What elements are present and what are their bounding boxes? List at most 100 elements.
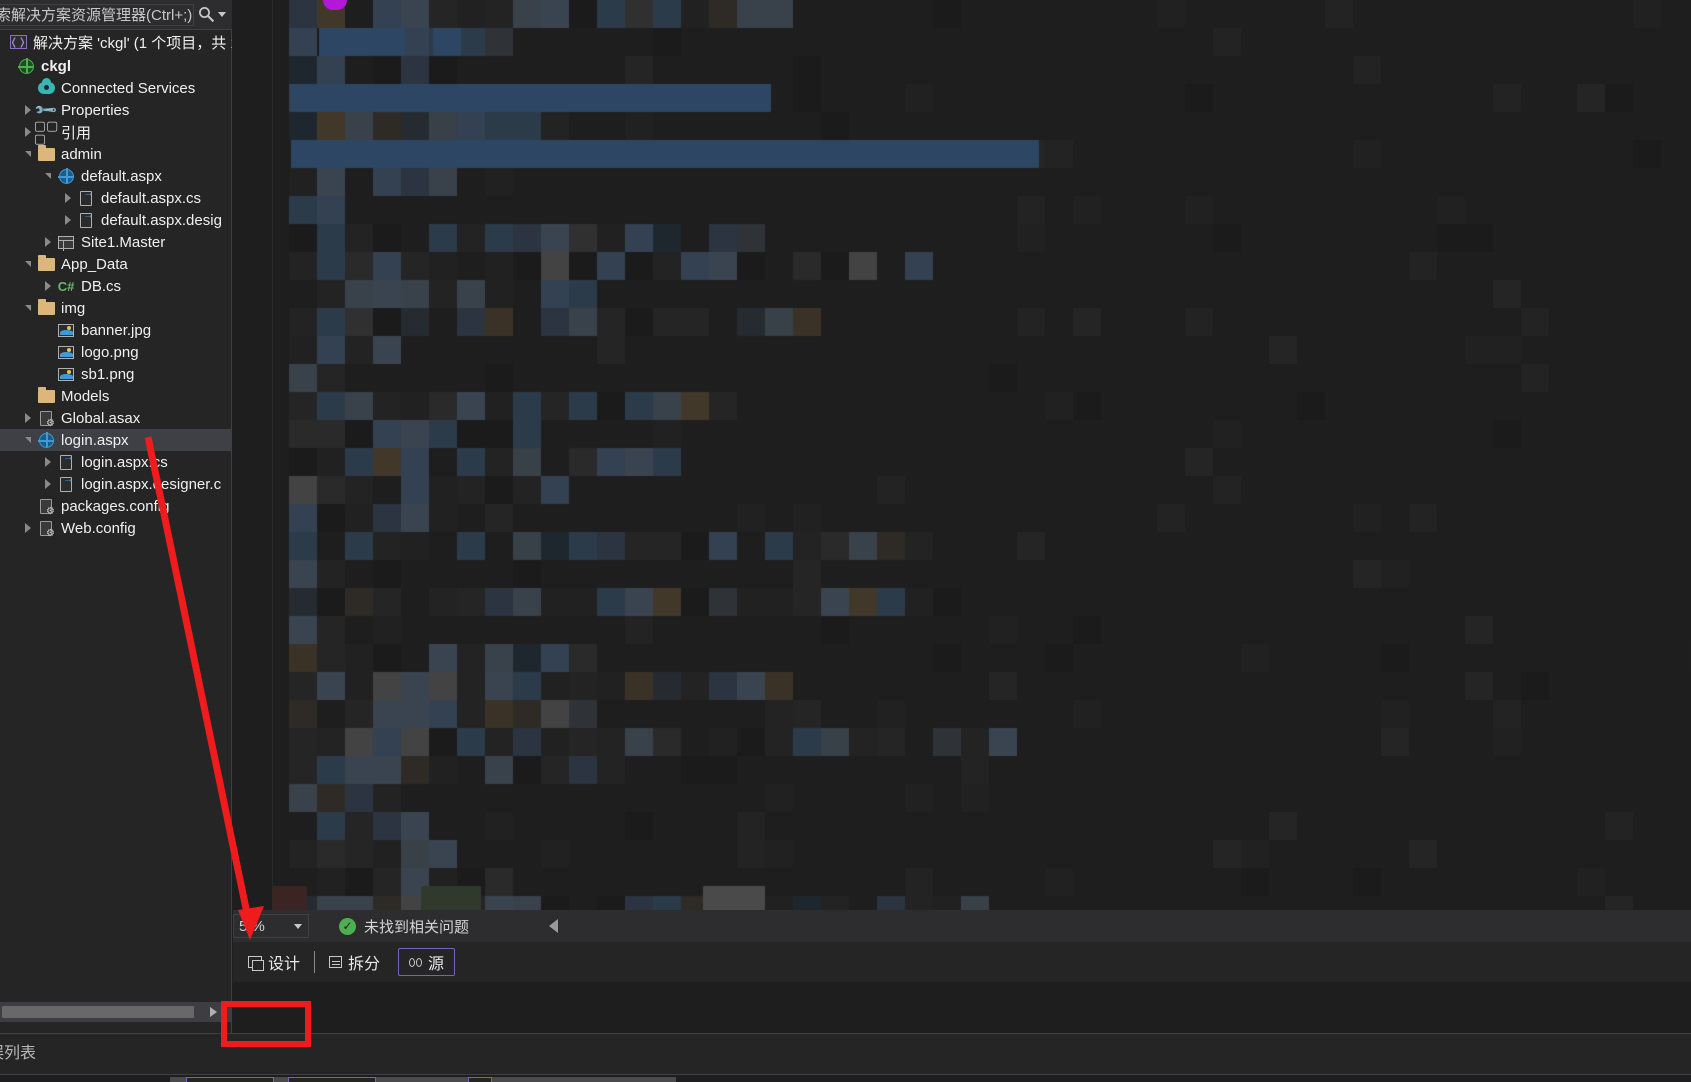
- tree-item-label: banner.jpg: [81, 321, 152, 339]
- chevron-down-icon[interactable]: [40, 165, 56, 187]
- image-icon: [56, 364, 76, 384]
- chevron-down-icon[interactable]: [20, 143, 36, 165]
- image-icon: [56, 320, 76, 340]
- toolbar-chip[interactable]: [186, 1077, 274, 1082]
- tree-item-sb1-png[interactable]: sb1.png: [0, 363, 232, 385]
- search-icon[interactable]: [194, 1, 218, 29]
- tree-item-banner-jpg[interactable]: banner.jpg: [0, 319, 232, 341]
- tree-item-web-config[interactable]: Web.config: [0, 517, 232, 539]
- chevron-right-icon[interactable]: [60, 209, 76, 231]
- zoom-level-select[interactable]: 5 %: [233, 914, 309, 938]
- tree-item-label: login.aspx.cs: [81, 453, 168, 471]
- tree-item-label: logo.png: [81, 343, 139, 361]
- status-nav-prev-button[interactable]: [549, 919, 559, 933]
- chevron-down-icon[interactable]: [218, 12, 226, 17]
- tree-item-label: default.aspx.cs: [101, 189, 202, 207]
- tree-item-label: App_Data: [61, 255, 128, 273]
- csharp-icon: C#: [57, 278, 75, 294]
- tab-source[interactable]: 源: [398, 948, 456, 976]
- search-input[interactable]: 索解决方案资源管理器(Ctrl+;): [0, 3, 194, 26]
- references-icon: ▢▢ ▢: [33, 118, 59, 146]
- tree-item-site1-master[interactable]: Site1.Master: [0, 231, 232, 253]
- chevron-right-icon[interactable]: [20, 517, 36, 539]
- tree-item-[interactable]: ▢▢ ▢ 引用: [0, 118, 232, 146]
- code-behind-icon: →: [76, 209, 96, 230]
- error-list-title: 误列表: [0, 1045, 37, 1062]
- tree-item-label: login.aspx: [61, 431, 129, 449]
- chevron-right-icon[interactable]: [40, 451, 56, 473]
- code-behind-icon: →: [56, 451, 76, 472]
- error-list-toolbar: [0, 1074, 1691, 1082]
- tree-item-default-aspx-desig[interactable]: → default.aspx.desig: [0, 209, 232, 231]
- issue-status-label: 未找到相关问题: [364, 918, 470, 936]
- toolbar-chip[interactable]: [288, 1077, 376, 1082]
- chevron-down-icon[interactable]: [20, 429, 36, 451]
- chevron-right-icon[interactable]: [40, 275, 56, 297]
- redacted-code-content: [233, 0, 1691, 910]
- solution-explorer-hscrollbar[interactable]: [0, 1002, 232, 1022]
- zoom-level-value: 5 %: [239, 917, 265, 935]
- chevron-right-icon[interactable]: [20, 407, 36, 429]
- tree-item-label: Properties: [61, 101, 130, 119]
- tab-split[interactable]: 拆分: [319, 948, 390, 976]
- toolbar-chip[interactable]: [468, 1077, 492, 1082]
- tree-item-label: Site1.Master: [81, 233, 166, 251]
- cloud-icon: [36, 78, 56, 98]
- tree-item-label: Web.config: [61, 519, 136, 537]
- tree-item-default-aspx-cs[interactable]: → default.aspx.cs: [0, 187, 232, 209]
- tree-item-label: default.aspx: [81, 167, 162, 185]
- tab-design[interactable]: 设计: [238, 948, 310, 976]
- tree-item-default-aspx[interactable]: default.aspx: [0, 165, 232, 187]
- tree-item-packages-config[interactable]: packages.config: [0, 495, 232, 517]
- tree-item-admin[interactable]: admin: [0, 143, 232, 165]
- tab-design-label: 设计: [268, 956, 301, 973]
- tab-split-label: 拆分: [348, 956, 381, 973]
- editor-status-bar: 5 % ✓ 未找到相关问题: [233, 910, 1691, 942]
- split-view-icon: [329, 956, 343, 968]
- tree-item-login-aspx-cs[interactable]: → login.aspx.cs: [0, 451, 232, 473]
- chevron-down-icon[interactable]: [20, 253, 36, 275]
- web-form-icon: [36, 430, 56, 450]
- hscrollbar-thumb[interactable]: [2, 1006, 194, 1018]
- tree-item-connected-services[interactable]: Connected Services: [0, 77, 232, 99]
- tree-item-global-asax[interactable]: Global.asax: [0, 407, 232, 429]
- tab-divider: [314, 951, 316, 973]
- chevron-right-icon[interactable]: [40, 473, 56, 495]
- tree-item-img[interactable]: img: [0, 297, 232, 319]
- folder-icon: [36, 386, 56, 406]
- solution-explorer-search-bar: 索解决方案资源管理器(Ctrl+;): [0, 0, 232, 30]
- chevron-right-icon[interactable]: [194, 1007, 232, 1017]
- design-view-icon: [248, 956, 264, 971]
- chevron-right-icon[interactable]: [60, 187, 76, 209]
- tree-item-label: Connected Services: [61, 79, 196, 97]
- solution-tree[interactable]: ckgl Connected Services 🔧 Properties ▢▢ ▢ 引用 ad…: [0, 55, 232, 995]
- solution-root-row[interactable]: ❬❭ 解决方案 'ckgl' (1 个项目，共 1: [0, 31, 232, 53]
- tree-item-label: packages.config: [61, 497, 170, 515]
- chevron-down-icon[interactable]: [20, 297, 36, 319]
- chevron-down-icon[interactable]: [294, 923, 302, 929]
- tree-item-label: img: [61, 299, 86, 317]
- tree-item-db-cs[interactable]: C# DB.cs: [0, 275, 232, 297]
- web-form-icon: [56, 166, 76, 186]
- tree-item-app-data[interactable]: App_Data: [0, 253, 232, 275]
- tree-item-login-aspx[interactable]: login.aspx: [0, 429, 232, 451]
- tree-item-ckgl[interactable]: ckgl: [0, 55, 232, 77]
- tree-item-logo-png[interactable]: logo.png: [0, 341, 232, 363]
- tab-source-label: 源: [428, 956, 445, 973]
- tree-item-login-aspx-designer-c[interactable]: → login.aspx.designer.c: [0, 473, 232, 495]
- solution-explorer-panel: 索解决方案资源管理器(Ctrl+;) ❬❭ 解决方案 'ckgl' (1 个项目…: [0, 0, 232, 1033]
- asax-icon: [36, 408, 56, 429]
- folder-icon: [36, 254, 56, 274]
- globe-green-icon: [16, 56, 36, 76]
- tree-item-label: default.aspx.desig: [101, 211, 222, 229]
- tree-item-models[interactable]: Models: [0, 385, 232, 407]
- chevron-right-icon[interactable]: [40, 231, 56, 253]
- code-editor-area[interactable]: [233, 0, 1691, 910]
